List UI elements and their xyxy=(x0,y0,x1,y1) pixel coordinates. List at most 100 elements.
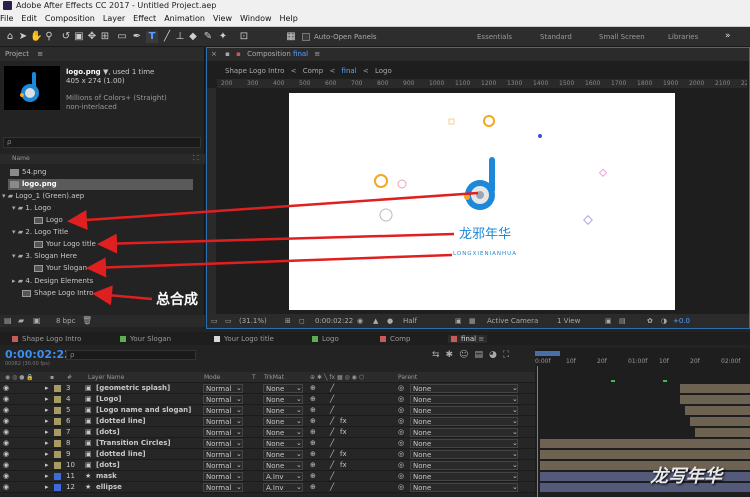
label-column-icon[interactable]: ▪ xyxy=(50,372,54,383)
t-column-header[interactable]: T xyxy=(252,372,256,383)
parent-dropdown[interactable]: None xyxy=(410,428,518,437)
trkmat-column-header[interactable]: TrkMat xyxy=(264,372,284,383)
timeline-tab[interactable]: Your Slogan xyxy=(120,335,171,343)
expand-arrow-icon[interactable]: ▸ xyxy=(45,416,49,427)
quality-switch-icon[interactable]: ╱ xyxy=(330,383,334,394)
parent-pickwhip-icon[interactable]: ◎ xyxy=(398,438,404,449)
layer-duration-bar[interactable] xyxy=(680,384,750,393)
label-color-swatch[interactable] xyxy=(54,484,61,491)
fx-switch-icon[interactable]: fx xyxy=(340,427,347,438)
frame-blend-icon[interactable]: ▤ xyxy=(474,350,489,360)
parent-dropdown[interactable]: None xyxy=(410,483,518,492)
layer-switches-icons[interactable]: ⊕ ✱ ╲ fx ▦ ◎ ◉ ⬡ xyxy=(310,372,364,383)
tab-menu-icon[interactable]: ≡ xyxy=(476,335,484,343)
quality-switch-icon[interactable]: ╱ xyxy=(330,471,334,482)
layer-row[interactable]: ◉ ▸ 9 ▣ [dotted line] Normal ⌄ None ⌄ ⊕ ╱ fx ◎ None ⌄ xyxy=(0,449,535,460)
layer-name[interactable]: mask xyxy=(96,471,117,482)
expand-arrow-icon[interactable]: ▸ xyxy=(45,449,49,460)
quality-switch-icon[interactable]: ╱ xyxy=(330,449,334,460)
layer-name[interactable]: [Logo name and slogan] xyxy=(96,405,191,416)
comp-flowchart-icon[interactable]: ⇆ xyxy=(432,350,446,360)
visibility-eye-icon[interactable]: ◉ xyxy=(3,405,9,416)
layer-row[interactable]: ◉ ▸ 6 ▣ [dotted line] Normal ⌄ None ⌄ ⊕ ╱ fx ◎ None ⌄ xyxy=(0,416,535,427)
parent-dropdown[interactable]: None xyxy=(410,439,518,448)
expand-arrow-icon[interactable]: ▸ xyxy=(45,482,49,493)
visibility-eye-icon[interactable]: ◉ xyxy=(3,394,9,405)
visibility-eye-icon[interactable]: ◉ xyxy=(3,471,9,482)
visibility-eye-icon[interactable]: ◉ xyxy=(3,427,9,438)
parent-pickwhip-icon[interactable]: ◎ xyxy=(398,394,404,405)
mode-column-header[interactable]: Mode xyxy=(204,372,220,383)
label-color-swatch[interactable] xyxy=(54,385,61,392)
parent-pickwhip-icon[interactable]: ◎ xyxy=(398,416,404,427)
num-column-header[interactable]: # xyxy=(67,372,72,383)
parent-pickwhip-icon[interactable]: ◎ xyxy=(398,460,404,471)
draft-3d-icon[interactable]: ✱ xyxy=(446,350,460,360)
shy-switch-icon[interactable]: ⊕ xyxy=(310,482,316,493)
expand-arrow-icon[interactable]: ▸ xyxy=(45,460,49,471)
timeline-tab[interactable]: Logo xyxy=(312,335,339,343)
fx-switch-icon[interactable]: fx xyxy=(340,449,347,460)
label-color-swatch[interactable] xyxy=(54,451,61,458)
expand-arrow-icon[interactable]: ▸ xyxy=(45,438,49,449)
layer-name-column-header[interactable]: Layer Name xyxy=(88,372,124,383)
layer-name[interactable]: [dots] xyxy=(96,427,120,438)
label-color-swatch[interactable] xyxy=(54,418,61,425)
shy-switch-icon[interactable]: ⊕ xyxy=(310,383,316,394)
layer-name[interactable]: [geometric splash] xyxy=(96,383,170,394)
quality-switch-icon[interactable]: ╱ xyxy=(330,482,334,493)
parent-pickwhip-icon[interactable]: ◎ xyxy=(398,405,404,416)
quality-switch-icon[interactable]: ╱ xyxy=(330,438,334,449)
parent-pickwhip-icon[interactable]: ◎ xyxy=(398,449,404,460)
shy-switch-icon[interactable]: ⊕ xyxy=(310,394,316,405)
visibility-eye-icon[interactable]: ◉ xyxy=(3,449,9,460)
expand-arrow-icon[interactable]: ▸ xyxy=(45,405,49,416)
timeline-tab[interactable]: Shape Logo Intro xyxy=(12,335,81,343)
layer-row[interactable]: ◉ ▸ 11 ★ mask Normal ⌄ A.Inv ⌄ ⊕ ╱ ◎ None ⌄ xyxy=(0,471,535,482)
shy-switch-icon[interactable]: ⊕ xyxy=(310,471,316,482)
timeline-tab[interactable]: final ≡ xyxy=(448,335,488,343)
shy-switch-icon[interactable]: ⊕ xyxy=(310,460,316,471)
layer-row[interactable]: ◉ ▸ 5 ▣ [Logo name and slogan] Normal ⌄ None ⌄ ⊕ ╱… xyxy=(0,405,535,416)
layer-duration-bar[interactable] xyxy=(540,450,750,459)
shy-switch-icon[interactable]: ⊕ xyxy=(310,427,316,438)
av-switches-icon[interactable]: ◉ ◎ ● 🔒 xyxy=(5,372,34,383)
visibility-eye-icon[interactable]: ◉ xyxy=(3,482,9,493)
quality-switch-icon[interactable]: ╱ xyxy=(330,394,334,405)
layer-duration-bar[interactable] xyxy=(680,395,750,404)
layer-name[interactable]: [dots] xyxy=(96,460,120,471)
layer-name[interactable]: [dotted line] xyxy=(96,416,146,427)
layer-row[interactable]: ◉ ▸ 8 ▣ [Transition Circles] Normal ⌄ None ⌄ ⊕ ╱ ◎ N… xyxy=(0,438,535,449)
visibility-eye-icon[interactable]: ◉ xyxy=(3,460,9,471)
label-color-swatch[interactable] xyxy=(54,440,61,447)
visibility-eye-icon[interactable]: ◉ xyxy=(3,416,9,427)
shy-switch-icon[interactable]: ⊕ xyxy=(310,449,316,460)
fx-switch-icon[interactable]: fx xyxy=(340,416,347,427)
parent-dropdown[interactable]: None xyxy=(410,450,518,459)
label-color-swatch[interactable] xyxy=(54,473,61,480)
parent-dropdown[interactable]: None xyxy=(410,461,518,470)
quality-switch-icon[interactable]: ╱ xyxy=(330,405,334,416)
shy-switch-icon[interactable]: ⊕ xyxy=(310,438,316,449)
quality-switch-icon[interactable]: ╱ xyxy=(330,416,334,427)
visibility-eye-icon[interactable]: ◉ xyxy=(3,438,9,449)
layer-row[interactable]: ◉ ▸ 10 ▣ [dots] Normal ⌄ None ⌄ ⊕ ╱ fx ◎ None ⌄ xyxy=(0,460,535,471)
visibility-eye-icon[interactable]: ◉ xyxy=(3,383,9,394)
layer-duration-bar[interactable] xyxy=(540,439,750,448)
expand-arrow-icon[interactable]: ▸ xyxy=(45,383,49,394)
parent-dropdown[interactable]: None xyxy=(410,406,518,415)
layer-name[interactable]: ellipse xyxy=(96,482,122,493)
layer-row[interactable]: ◉ ▸ 12 ★ ellipse Normal ⌄ A.Inv ⌄ ⊕ ╱ ◎ None ⌄ xyxy=(0,482,535,493)
timeline-search-input[interactable]: ρ xyxy=(66,350,196,360)
parent-pickwhip-icon[interactable]: ◎ xyxy=(398,383,404,394)
parent-dropdown[interactable]: None xyxy=(410,384,518,393)
parent-pickwhip-icon[interactable]: ◎ xyxy=(398,471,404,482)
graph-editor-icon[interactable]: ⛶ xyxy=(503,350,515,360)
parent-pickwhip-icon[interactable]: ◎ xyxy=(398,482,404,493)
expand-arrow-icon[interactable]: ▸ xyxy=(45,471,49,482)
parent-dropdown[interactable]: None xyxy=(410,472,518,481)
work-area-bar[interactable] xyxy=(535,351,560,356)
label-color-swatch[interactable] xyxy=(54,429,61,436)
label-color-swatch[interactable] xyxy=(54,407,61,414)
label-color-swatch[interactable] xyxy=(54,462,61,469)
